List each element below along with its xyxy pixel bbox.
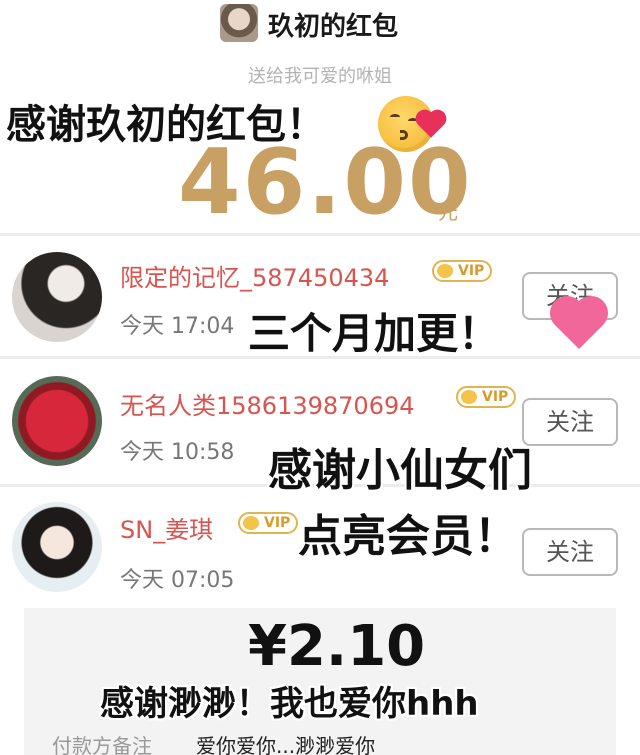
sender-name[interactable]: 限定的记忆_587450434 [120, 258, 389, 293]
sender-name[interactable]: SN_姜琪 [120, 510, 213, 545]
red-packet-message: 送给我可爱的咻姐 [248, 66, 392, 87]
crown-icon [437, 264, 453, 278]
avatar[interactable] [12, 502, 102, 592]
sender-name[interactable]: 无名人类1586139870694 [120, 386, 415, 421]
vip-badge: VIP [456, 386, 517, 408]
sender-time: 今天 10:58 [120, 440, 235, 465]
vip-badge: VIP [238, 512, 299, 534]
avatar[interactable] [12, 252, 102, 342]
header-avatar [220, 4, 258, 42]
overlay-caption: 点亮会员！ [298, 511, 518, 562]
follow-button[interactable]: 关注 [522, 398, 618, 446]
avatar[interactable] [12, 376, 102, 466]
crown-icon [243, 516, 259, 530]
overlay-caption: 三个月加更！ [248, 309, 501, 358]
overlay-caption: 感谢小仙女们 [268, 445, 532, 496]
payment-amount: ¥2.10 [248, 614, 426, 679]
overlay-caption: 感谢渺渺！我也爱你hhh [100, 684, 479, 724]
remark-label: 付款方备注 [52, 734, 152, 755]
sender-time: 今天 07:05 [120, 568, 235, 593]
follow-button[interactable]: 关注 [522, 528, 618, 576]
page-title: 玖初的红包 [268, 12, 399, 42]
kiss-emoji-icon [378, 96, 444, 152]
overlay-caption: 感谢玖初的红包！ [6, 102, 326, 148]
amount-unit: 元 [438, 200, 458, 224]
remark-value: 爱你爱你...渺渺爱你 [196, 734, 376, 755]
crown-icon [461, 390, 477, 404]
sender-time: 今天 17:04 [120, 314, 235, 339]
vip-badge: VIP [432, 260, 493, 282]
header: 玖初的红包 [0, 0, 640, 58]
